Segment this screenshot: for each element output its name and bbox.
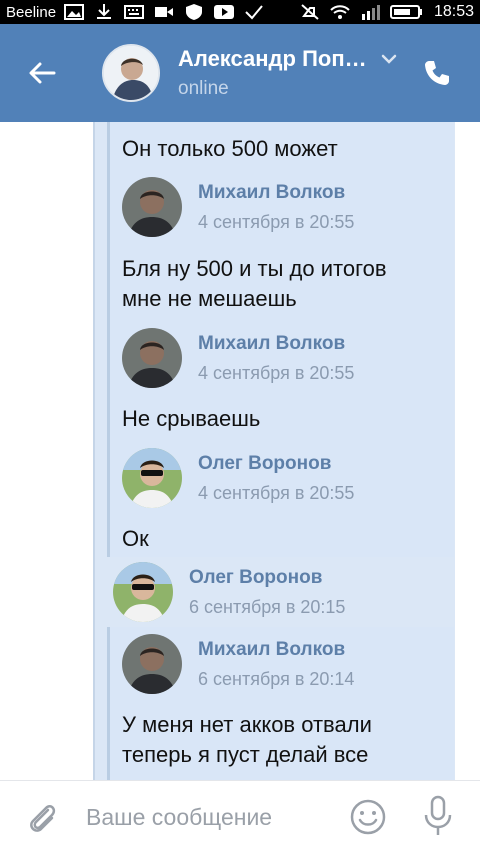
message-author-block: Михаил Волков 4 сентября в 20:55	[122, 177, 354, 237]
video-icon	[155, 7, 174, 17]
message-author-block: Олег Воронов 6 сентября в 20:15	[113, 562, 345, 622]
back-button[interactable]	[12, 24, 72, 122]
message-text: Он только 500 может	[122, 136, 338, 161]
check-icon	[245, 5, 263, 20]
paperclip-icon	[30, 804, 56, 832]
message-list[interactable]: Он только 500 может Михаил Волков 4 сент…	[0, 122, 480, 780]
wifi-icon	[330, 5, 350, 19]
mute-icon	[301, 4, 319, 20]
battery-icon	[389, 5, 422, 19]
message-text: Бля ну 500 и ты до итогов мне не мешаешь	[122, 256, 387, 311]
image-icon	[64, 4, 85, 20]
clock: 18:53	[433, 3, 474, 20]
chevron-down-icon[interactable]	[381, 54, 397, 64]
header-info[interactable]: Александр Поп… online	[178, 46, 397, 100]
avatar[interactable]	[122, 177, 182, 237]
avatar[interactable]	[102, 44, 160, 102]
message-input[interactable]	[86, 804, 336, 831]
chat-title[interactable]: Александр Поп…	[178, 46, 367, 72]
carrier-label: Beeline	[6, 3, 57, 21]
message-composer	[0, 780, 480, 854]
message-text: Ок	[122, 526, 149, 551]
online-status: online	[178, 78, 229, 99]
author-name[interactable]: Олег Воронов	[198, 453, 354, 475]
author-name[interactable]: Михаил Волков	[198, 333, 354, 355]
arrow-left-icon	[29, 62, 56, 84]
phone-icon	[425, 61, 449, 85]
status-bar: Beeline 18:53	[0, 0, 480, 24]
microphone-icon[interactable]	[418, 793, 458, 841]
author-name[interactable]: Михаил Волков	[198, 639, 354, 661]
message-text: У меня нет акков отвали теперь я пуст де…	[122, 712, 372, 767]
keyboard-icon	[124, 5, 145, 19]
avatar[interactable]	[122, 328, 182, 388]
attach-button[interactable]	[12, 781, 72, 854]
message-date: 4 сентября в 20:55	[198, 482, 355, 503]
author-name[interactable]: Михаил Волков	[198, 182, 354, 204]
youtube-icon	[214, 5, 235, 19]
message-text: Не срываешь	[122, 406, 261, 431]
author-name[interactable]: Олег Воронов	[189, 567, 345, 589]
avatar[interactable]	[113, 562, 173, 622]
message-author-block: Михаил Волков 6 сентября в 20:14	[122, 634, 354, 694]
avatar[interactable]	[122, 448, 182, 508]
shield-icon	[186, 4, 203, 20]
message-author-block: Михаил Волков 4 сентября в 20:55	[122, 328, 354, 388]
message-author-block: Олег Воронов 4 сентября в 20:55	[122, 448, 354, 508]
message-date: 4 сентября в 20:55	[198, 211, 355, 232]
download-icon	[97, 4, 112, 19]
message-date: 6 сентября в 20:15	[189, 596, 346, 617]
avatar[interactable]	[122, 634, 182, 694]
emoji-icon[interactable]	[348, 797, 388, 837]
signal-icon	[361, 5, 380, 20]
message-date: 4 сентября в 20:55	[198, 362, 355, 383]
call-button[interactable]	[412, 24, 462, 122]
chat-header: Александр Поп… online	[0, 24, 480, 122]
message-date: 6 сентября в 20:14	[198, 668, 355, 689]
